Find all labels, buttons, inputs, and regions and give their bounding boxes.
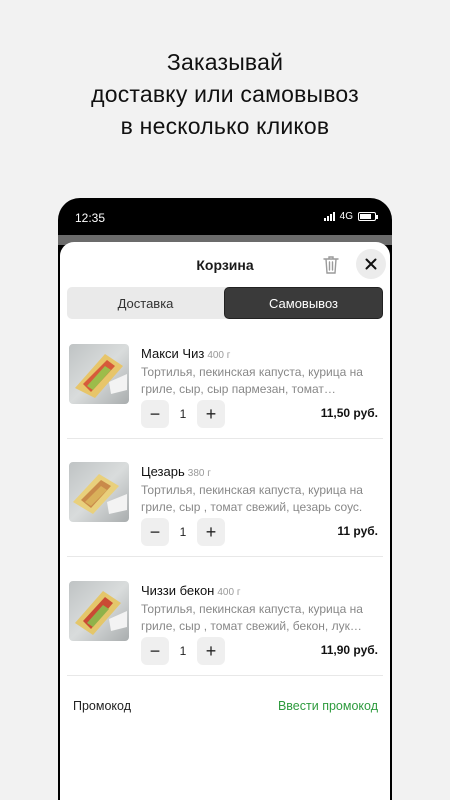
quantity-stepper: − 1 +	[141, 518, 225, 546]
increase-button[interactable]: +	[197, 400, 225, 428]
product-image	[69, 581, 129, 641]
quantity-stepper: − 1 +	[141, 400, 225, 428]
trash-icon	[323, 256, 339, 274]
quantity-stepper: − 1 +	[141, 637, 225, 665]
divider	[67, 556, 383, 557]
tab-delivery[interactable]: Доставка	[67, 287, 224, 319]
item-weight: 400 г	[207, 350, 231, 361]
cart-item: Цезарь 380 г Тортилья, пекинская капуста,…	[60, 462, 390, 581]
cart-sheet: Корзина Доставка Самовывоз Макси Чиз 400…	[60, 242, 390, 800]
item-description: Тортилья, пекинская капуста, курица на г…	[141, 483, 363, 514]
item-name: Цезарь 380 г	[141, 464, 211, 479]
cart-sheet-wrapper: Корзина Доставка Самовывоз Макси Чиз 400…	[58, 0, 392, 800]
decrease-button[interactable]: −	[141, 518, 169, 546]
tab-pickup[interactable]: Самовывоз	[224, 287, 383, 319]
product-image	[69, 462, 129, 522]
item-name: Макси Чиз 400 г	[141, 346, 230, 361]
decrease-button[interactable]: −	[141, 400, 169, 428]
item-title: Чиззи бекон	[141, 583, 215, 598]
item-title: Макси Чиз	[141, 346, 205, 361]
quantity-value: 1	[179, 407, 187, 421]
promo-code-row: Промокод Ввести промокод	[60, 699, 390, 719]
cart-item: Чиззи бекон 400 г Тортилья, пекинская кап…	[60, 581, 390, 700]
clear-cart-button[interactable]	[322, 255, 340, 275]
delivery-mode-switch: Доставка Самовывоз	[67, 287, 383, 319]
quantity-value: 1	[179, 644, 187, 658]
item-weight: 400 г	[217, 587, 241, 598]
decrease-button[interactable]: −	[141, 637, 169, 665]
item-description: Тортилья, пекинская капуста, курица на г…	[141, 602, 363, 633]
increase-button[interactable]: +	[197, 637, 225, 665]
divider	[67, 675, 383, 676]
product-image	[69, 344, 129, 404]
quantity-value: 1	[179, 525, 187, 539]
item-title: Цезарь	[141, 464, 185, 479]
item-price: 11 руб.	[337, 524, 378, 538]
item-price: 11,90 руб.	[320, 643, 378, 657]
increase-button[interactable]: +	[197, 518, 225, 546]
cart-item: Макси Чиз 400 г Тортилья, пекинская капус…	[60, 344, 390, 463]
divider	[67, 438, 383, 439]
promo-label: Промокод	[73, 699, 132, 713]
item-weight: 380 г	[187, 468, 211, 479]
item-price: 11,50 руб.	[320, 406, 378, 420]
enter-promo-link[interactable]: Ввести промокод	[278, 699, 378, 713]
close-icon	[365, 258, 377, 270]
close-button[interactable]	[356, 249, 386, 279]
cart-title: Корзина	[196, 257, 254, 273]
item-name: Чиззи бекон 400 г	[141, 583, 240, 598]
item-description: Тортилья, пекинская капуста, курица на г…	[141, 365, 363, 396]
